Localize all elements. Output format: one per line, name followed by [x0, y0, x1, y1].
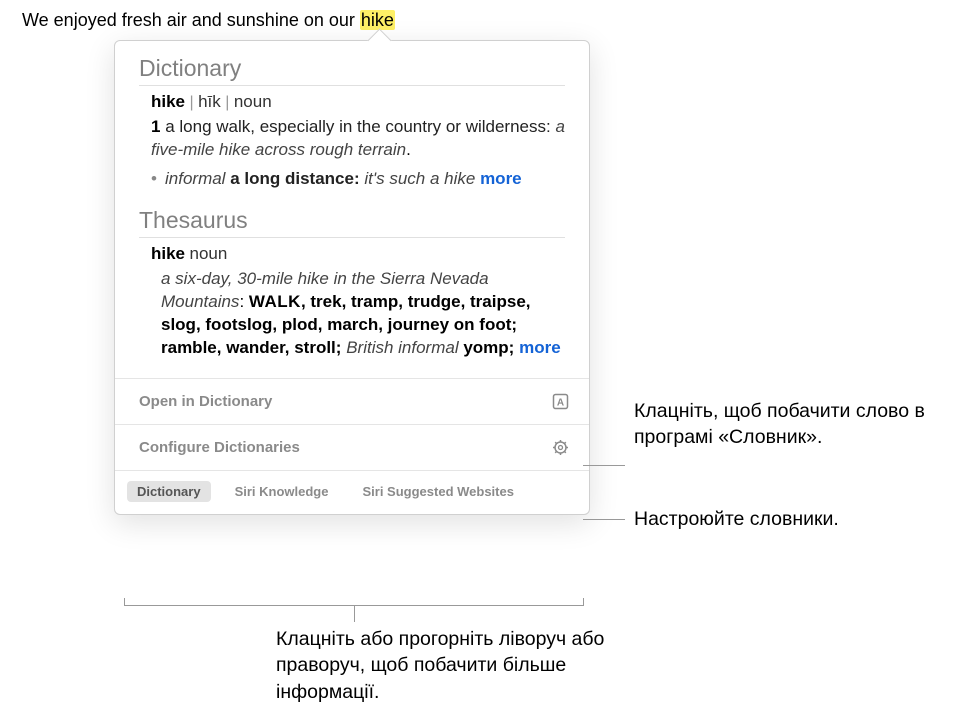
tab-siri-websites[interactable]: Siri Suggested Websites [352, 481, 523, 502]
sentence-text: We enjoyed fresh air and sunshine on our [22, 10, 360, 30]
thesaurus-regional-label: British informal [346, 338, 458, 357]
sub-definition: informal a long distance: it's such a hi… [151, 168, 565, 191]
dictionary-section-header: Dictionary [139, 55, 565, 86]
tab-dictionary[interactable]: Dictionary [127, 481, 211, 502]
dictionary-pos: noun [234, 92, 272, 111]
open-in-dictionary-row[interactable]: Open in Dictionary A [115, 378, 589, 424]
gear-icon [552, 439, 569, 456]
highlighted-word: hike [360, 10, 395, 30]
callout-line-configure [583, 519, 625, 520]
definition-number: 1 [151, 116, 160, 139]
lookup-popover: Dictionary hike | hīk | noun 1 a long wa… [114, 40, 590, 515]
dictionary-entry: hike | hīk | noun [151, 92, 565, 112]
sub-definition-example: it's such a hike [364, 169, 475, 188]
callout-line-open [583, 465, 625, 466]
thesaurus-entry: hike noun [151, 244, 565, 264]
callout-line-tabs [354, 606, 355, 622]
tab-siri-knowledge[interactable]: Siri Knowledge [225, 481, 339, 502]
thesaurus-pos: noun [189, 244, 227, 263]
source-sentence: We enjoyed fresh air and sunshine on our… [22, 10, 395, 31]
thesaurus-word: hike [151, 244, 185, 263]
configure-dictionaries-row[interactable]: Configure Dictionaries [115, 424, 589, 470]
svg-text:A: A [557, 397, 564, 408]
thesaurus-main-synonym: WALK [249, 292, 301, 311]
dictionary-pronunciation: hīk [198, 92, 221, 111]
dictionary-app-icon: A [552, 393, 569, 410]
dictionary-more-link[interactable]: more [480, 169, 522, 188]
callout-configure: Настроюйте словники. [634, 506, 894, 532]
callout-open-in-dictionary: Клацніть, щоб побачити слово в програмі … [634, 398, 934, 451]
dictionary-word: hike [151, 92, 185, 111]
sub-definition-label: informal [165, 169, 225, 188]
dictionary-definition: 1 a long walk, especially in the country… [151, 116, 565, 191]
open-in-dictionary-label: Open in Dictionary [139, 393, 272, 410]
thesaurus-more-link[interactable]: more [519, 338, 561, 357]
callout-tabs: Клацніть або прогорніть ліворуч або прав… [276, 626, 616, 705]
definition-text: a long walk, especially in the country o… [165, 117, 551, 136]
configure-dictionaries-label: Configure Dictionaries [139, 439, 300, 456]
tab-bar: Dictionary Siri Knowledge Siri Suggested… [115, 470, 589, 514]
sub-definition-text: a long distance: [230, 169, 359, 188]
callout-bracket-tabs [124, 598, 584, 606]
thesaurus-section-header: Thesaurus [139, 207, 565, 238]
thesaurus-body: a six-day, 30-mile hike in the Sierra Ne… [161, 268, 565, 360]
thesaurus-regional-word: yomp; [463, 338, 514, 357]
